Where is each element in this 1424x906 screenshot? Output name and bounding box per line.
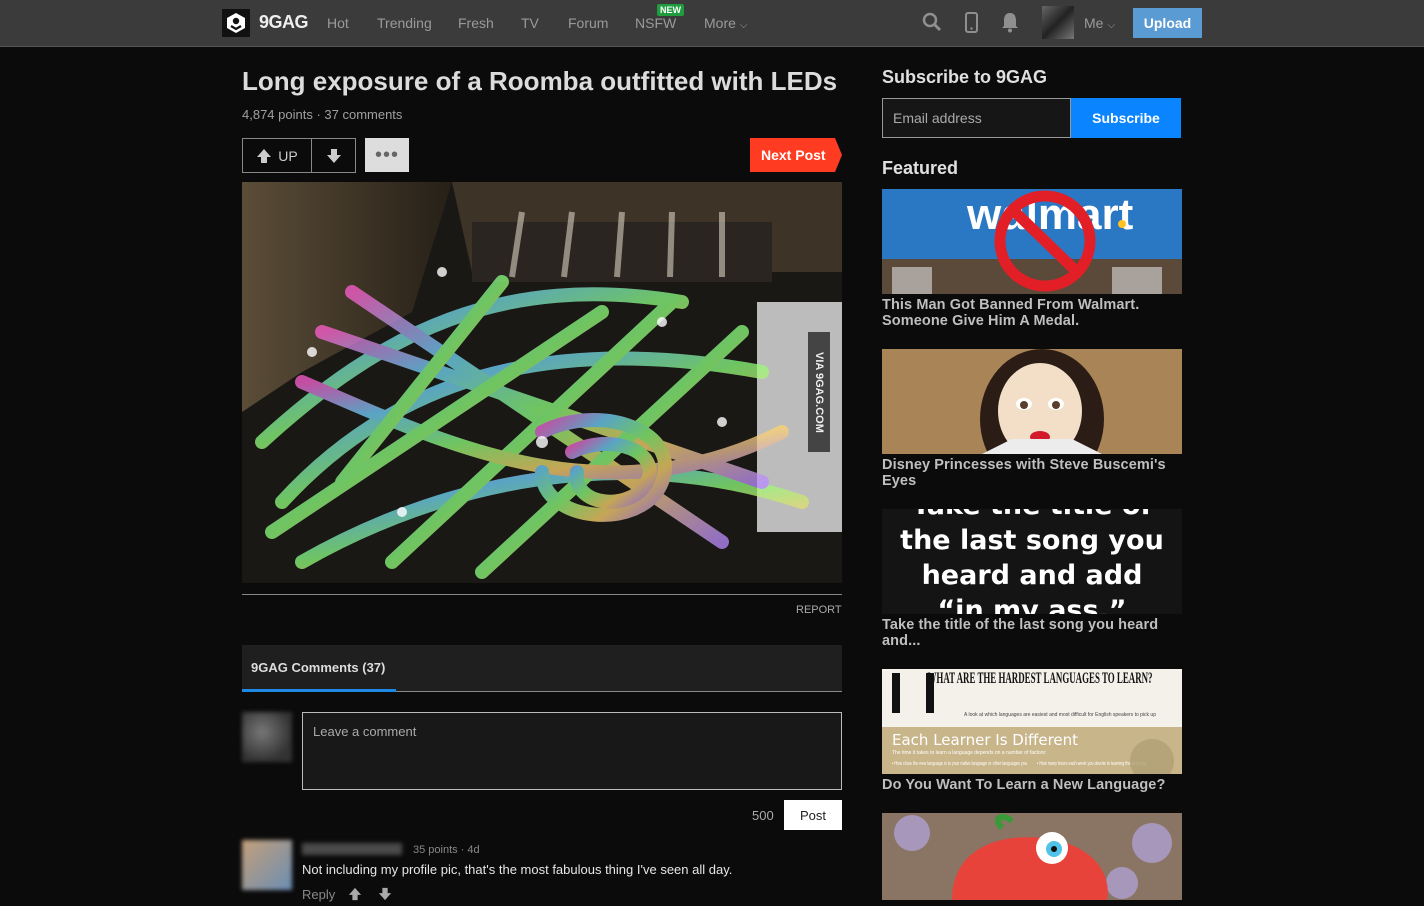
- upvote-label: UP: [278, 147, 298, 164]
- email-field[interactable]: [882, 98, 1071, 138]
- featured-caption: Do You Want To Learn a New Language?: [882, 777, 1166, 793]
- more-options-button[interactable]: •••: [365, 138, 409, 172]
- avatar[interactable]: [242, 840, 292, 890]
- featured-thumbnail: walmart: [882, 189, 1182, 294]
- upload-button[interactable]: Upload: [1133, 8, 1202, 38]
- subscribe-button[interactable]: Subscribe: [1071, 98, 1181, 138]
- nav-tv[interactable]: TV: [521, 15, 539, 31]
- svg-text:“in my ass.”: “in my ass.”: [937, 595, 1126, 614]
- comment-meta: 35 points · 4d: [413, 844, 480, 856]
- active-tab-indicator: [242, 689, 396, 692]
- comment-text: Not including my profile pic, that's the…: [302, 862, 733, 877]
- subscribe-title: Subscribe to 9GAG: [882, 67, 1048, 87]
- tab-9gag-comments[interactable]: 9GAG Comments (37): [251, 660, 385, 675]
- featured-caption: This Man Got Banned From Walmart. Someon…: [882, 297, 1140, 329]
- nav-fresh[interactable]: Fresh: [458, 15, 494, 31]
- search-icon[interactable]: [922, 12, 942, 37]
- post-image[interactable]: VIA 9GAG.COM: [242, 182, 842, 583]
- bell-icon[interactable]: [1001, 12, 1019, 38]
- post-comment-button[interactable]: Post: [784, 800, 842, 830]
- char-count: 500: [752, 808, 774, 823]
- featured-caption: Take the title of the last song you hear…: [882, 617, 1159, 649]
- chevron-down-icon: ⌵: [1107, 20, 1116, 31]
- featured-caption: Disney Princesses with Steve Buscemi's E…: [882, 457, 1166, 489]
- chevron-down-icon: ⌵: [739, 20, 748, 31]
- svg-text:The time it takes to learn a l: The time it takes to learn a language de…: [892, 750, 1046, 756]
- svg-text:WHAT ARE THE HARDEST LANGUAGES: WHAT ARE THE HARDEST LANGUAGES TO LEARN?: [928, 670, 1153, 687]
- mobile-icon[interactable]: [965, 12, 978, 38]
- featured-item[interactable]: Take the title of the last song you hear…: [882, 509, 1182, 649]
- arrow-up-icon: [257, 148, 272, 163]
- roomba-led-photo: [242, 182, 842, 583]
- arrow-down-icon[interactable]: [378, 887, 392, 906]
- nav-trending[interactable]: Trending: [377, 15, 432, 31]
- featured-item[interactable]: walmart This Man Got Banned From Walmart…: [882, 189, 1182, 329]
- divider: [242, 594, 842, 595]
- nav-nsfw[interactable]: NSFW: [635, 15, 676, 31]
- post-title: Long exposure of a Roomba outfitted with…: [242, 66, 838, 96]
- featured-item[interactable]: [882, 813, 1182, 900]
- svg-text:heard and add: heard and add: [922, 560, 1143, 591]
- avatar: [242, 712, 292, 762]
- arrow-up-icon[interactable]: [348, 887, 362, 906]
- arrow-down-icon: [326, 148, 341, 163]
- post-meta[interactable]: 4,874 points · 37 comments: [242, 107, 402, 122]
- upvote-button[interactable]: UP: [243, 139, 312, 172]
- downvote-button[interactable]: [312, 139, 355, 172]
- nav-more[interactable]: More ⌵: [704, 15, 748, 31]
- featured-thumbnail: WHAT ARE THE HARDEST LANGUAGES TO LEARN?…: [882, 669, 1182, 774]
- top-nav: 9GAG Hot Trending Fresh TV Forum NEW NSF…: [0, 0, 1424, 47]
- avatar[interactable]: [1042, 6, 1074, 39]
- featured-item[interactable]: Disney Princesses with Steve Buscemi's E…: [882, 349, 1182, 489]
- me-menu[interactable]: Me ⌵: [1084, 15, 1115, 31]
- nav-more-label: More: [704, 15, 736, 31]
- nav-forum[interactable]: Forum: [568, 15, 608, 31]
- logo-text[interactable]: 9GAG: [259, 12, 309, 33]
- featured-title: Featured: [882, 158, 959, 178]
- comments-tabbar: 9GAG Comments (37): [242, 645, 842, 692]
- featured-thumbnail: [882, 349, 1182, 454]
- 9gag-logo-icon[interactable]: [222, 9, 250, 37]
- vote-box: UP: [242, 138, 356, 173]
- comment-input[interactable]: [302, 712, 842, 790]
- watermark: VIA 9GAG.COM: [808, 332, 830, 452]
- featured-thumbnail: [882, 813, 1182, 900]
- nav-hot[interactable]: Hot: [327, 15, 349, 31]
- svg-text:Take the title of: Take the title of: [912, 509, 1153, 521]
- svg-text:Each Learner Is Different: Each Learner Is Different: [892, 731, 1078, 749]
- me-label: Me: [1084, 15, 1104, 31]
- next-post-button[interactable]: Next Post: [750, 138, 842, 172]
- svg-text:A look at which languages are: A look at which languages are easiest an…: [964, 712, 1156, 718]
- svg-text:the last song you: the last song you: [900, 525, 1164, 556]
- featured-thumbnail: Take the title of the last song you hear…: [882, 509, 1182, 614]
- featured-item[interactable]: WHAT ARE THE HARDEST LANGUAGES TO LEARN?…: [882, 669, 1182, 793]
- svg-text:• How close the new language i: • How close the new language is to your …: [892, 761, 1027, 767]
- report-link[interactable]: REPORT: [796, 604, 842, 616]
- comment-username[interactable]: [302, 843, 402, 855]
